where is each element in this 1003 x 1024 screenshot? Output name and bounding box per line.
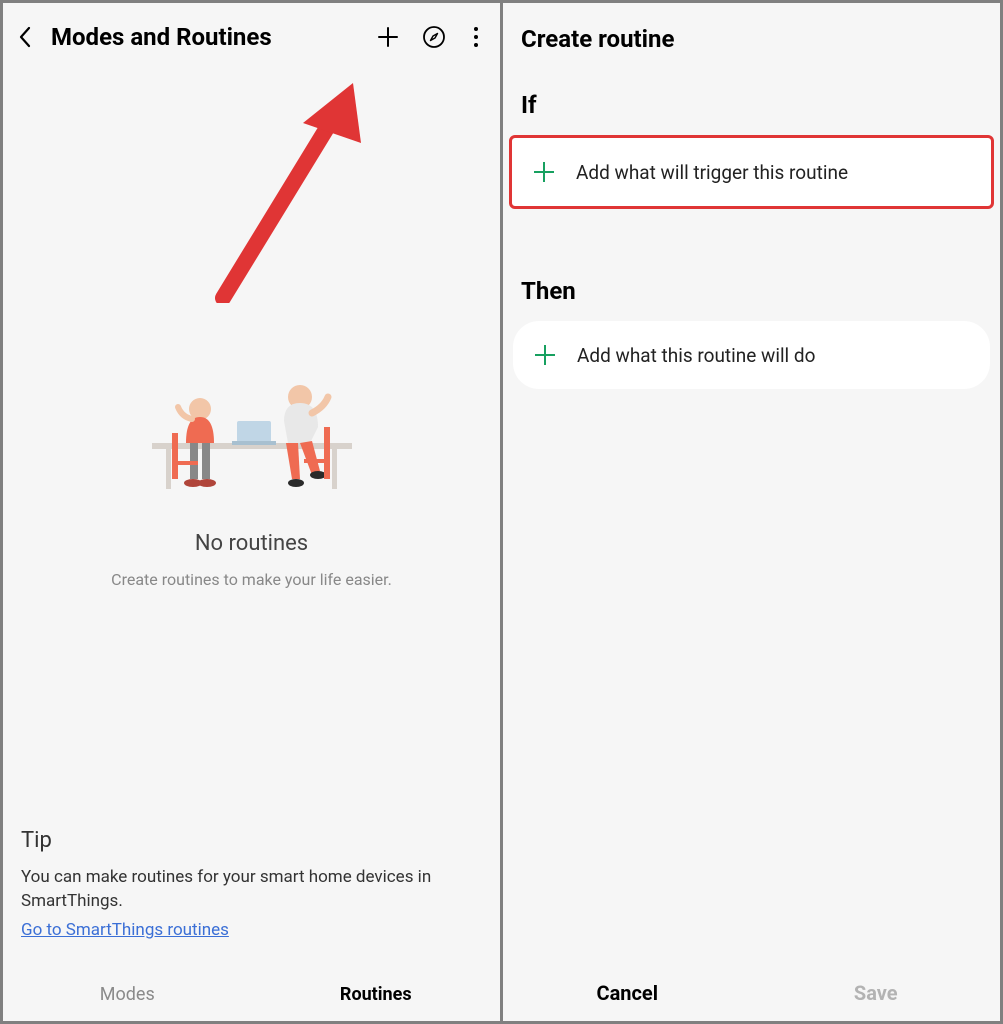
empty-state-title: No routines: [195, 531, 308, 556]
add-button[interactable]: [374, 23, 402, 51]
smartthings-link[interactable]: Go to SmartThings routines: [21, 920, 229, 940]
plus-icon: [532, 160, 556, 184]
then-heading: Then: [503, 267, 1000, 321]
page-title: Modes and Routines: [51, 23, 356, 51]
chevron-left-icon: [18, 25, 34, 49]
plus-icon: [533, 343, 557, 367]
tip-heading: Tip: [21, 828, 482, 853]
tip-text: You can make routines for your smart hom…: [21, 865, 482, 914]
bottom-tabs: Modes Routines: [3, 960, 500, 1021]
tip-section: Tip You can make routines for your smart…: [3, 828, 500, 960]
empty-state-subtitle: Create routines to make your life easier…: [111, 570, 392, 589]
header: Create routine: [503, 3, 1000, 81]
explore-button[interactable]: [420, 23, 448, 51]
empty-state: No routines Create routines to make your…: [3, 71, 500, 828]
tab-modes[interactable]: Modes: [3, 978, 252, 1011]
tab-routines[interactable]: Routines: [252, 978, 501, 1011]
bottom-actions: Cancel Save: [503, 959, 1000, 1021]
compass-icon: [422, 25, 446, 49]
add-trigger-card[interactable]: Add what will trigger this routine: [509, 135, 994, 209]
add-action-card[interactable]: Add what this routine will do: [513, 321, 990, 389]
modes-and-routines-screen: Modes and Routines: [3, 3, 500, 1021]
page-title: Create routine: [521, 25, 982, 53]
back-button[interactable]: [13, 24, 39, 50]
add-action-label: Add what this routine will do: [577, 344, 815, 367]
save-button[interactable]: Save: [752, 981, 1001, 1005]
more-options-button[interactable]: [470, 23, 482, 51]
plus-icon: [377, 26, 399, 48]
header: Modes and Routines: [3, 3, 500, 71]
if-heading: If: [503, 81, 1000, 135]
empty-state-illustration-icon: [142, 371, 362, 501]
cancel-button[interactable]: Cancel: [503, 981, 752, 1005]
create-routine-screen: Create routine If Add what will trigger …: [503, 3, 1000, 1021]
content-area: If Add what will trigger this routine Th…: [503, 81, 1000, 959]
add-trigger-label: Add what will trigger this routine: [576, 161, 848, 184]
